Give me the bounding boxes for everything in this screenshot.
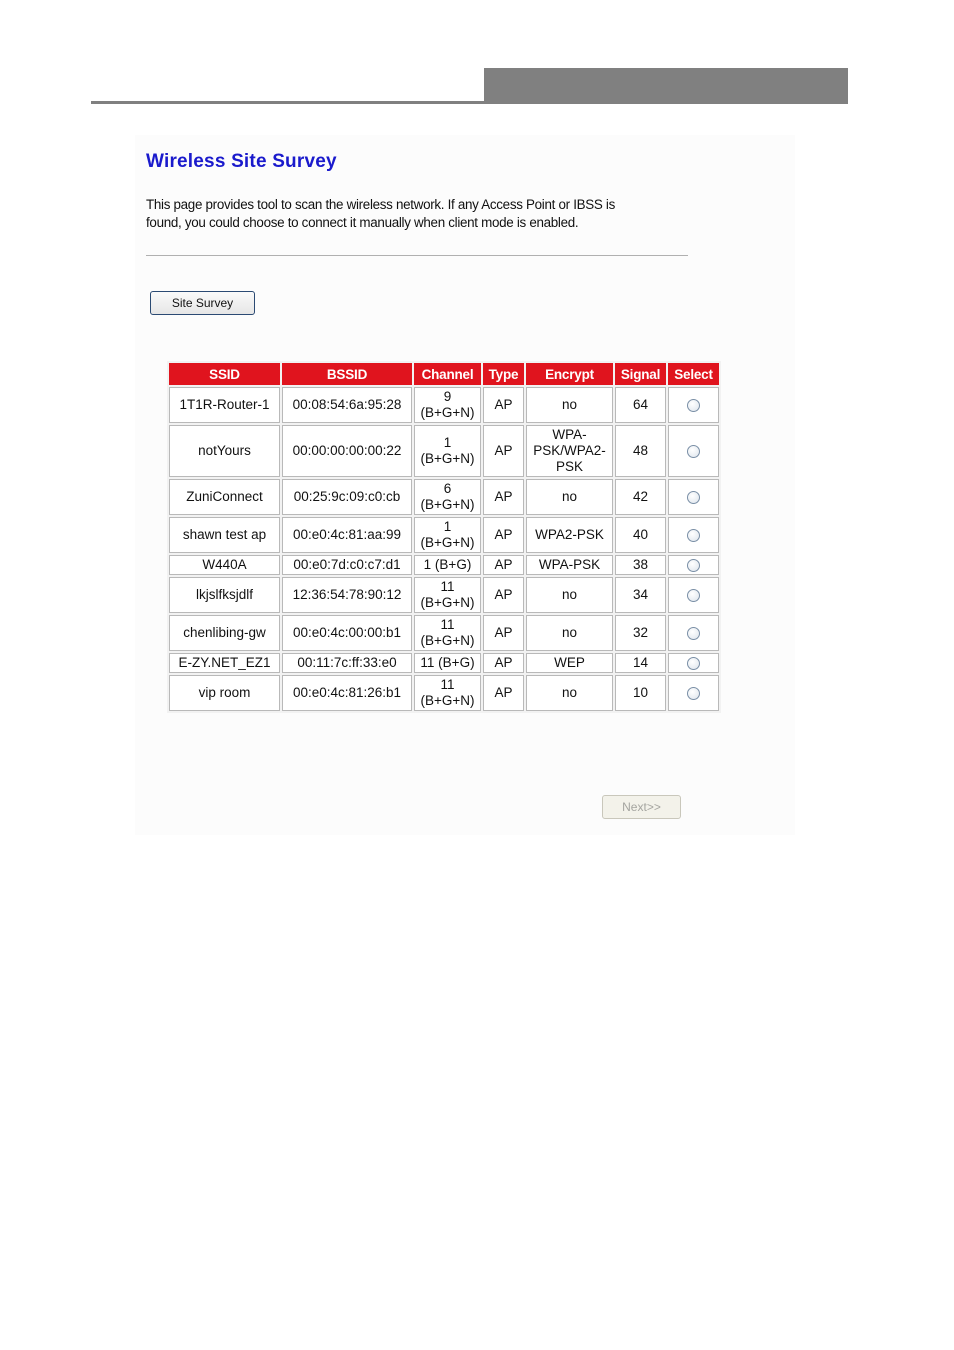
cell-signal: 64 [615,387,666,423]
cell-select [668,387,719,423]
cell-bssid: 00:e0:4c:81:26:b1 [282,675,412,711]
cell-bssid: 00:00:00:00:00:22 [282,425,412,477]
table-row[interactable]: chenlibing-gw 00:e0:4c:00:00:b1 11 (B+G+N)… [169,615,719,651]
select-radio[interactable] [687,528,700,542]
cell-type: AP [483,615,524,651]
table-row[interactable]: 1T1R-Router-1 00:08:54:6a:95:28 9 (B+G+N) A… [169,387,719,423]
select-radio[interactable] [687,588,700,602]
table-row[interactable]: W440A 00:e0:7d:c0:c7:d1 1 (B+G) AP WPA-PSK 38 [169,555,719,575]
cell-signal: 42 [615,479,666,515]
table-row[interactable]: vip room 00:e0:4c:81:26:b1 11 (B+G+N) AP no 1… [169,675,719,711]
cell-encrypt: WPA2-PSK [526,517,613,553]
cell-ssid: ZuniConnect [169,479,280,515]
cell-signal: 32 [615,615,666,651]
cell-channel: 11 (B+G+N) [414,615,481,651]
cell-channel: 1 (B+G+N) [414,425,481,477]
cell-ssid: vip room [169,675,280,711]
cell-encrypt: no [526,577,613,613]
cell-type: AP [483,387,524,423]
cell-channel: 9 (B+G+N) [414,387,481,423]
cell-signal: 38 [615,555,666,575]
column-header-ssid: SSID [169,363,280,385]
column-header-signal: Signal [615,363,666,385]
page-title: Wireless Site Survey [146,151,337,172]
site-survey-button[interactable]: Site Survey [150,291,255,315]
cell-bssid: 00:e0:7d:c0:c7:d1 [282,555,412,575]
cell-channel: 1 (B+G+N) [414,517,481,553]
select-radio[interactable] [687,686,700,700]
cell-select [668,555,719,575]
site-survey-table: SSID BSSID Channel Type Encrypt Signal S… [167,361,721,713]
cell-type: AP [483,425,524,477]
cell-encrypt: WPA-PSK/WPA2-PSK [526,425,613,477]
table-row[interactable]: notYours 00:00:00:00:00:22 1 (B+G+N) AP WPA-… [169,425,719,477]
cell-signal: 48 [615,425,666,477]
cell-select [668,615,719,651]
cell-ssid: chenlibing-gw [169,615,280,651]
cell-bssid: 00:e0:4c:00:00:b1 [282,615,412,651]
cell-ssid: W440A [169,555,280,575]
select-radio[interactable] [687,558,700,572]
cell-channel: 1 (B+G) [414,555,481,575]
cell-ssid: lkjslfksjdlf [169,577,280,613]
table-row[interactable]: ZuniConnect 00:25:9c:09:c0:cb 6 (B+G+N) AP n… [169,479,719,515]
column-header-type: Type [483,363,524,385]
header-rule [91,101,485,104]
cell-select [668,653,719,673]
select-radio[interactable] [687,490,700,504]
cell-type: AP [483,517,524,553]
cell-select [668,675,719,711]
cell-ssid: 1T1R-Router-1 [169,387,280,423]
header-banner [484,68,848,104]
cell-channel: 11 (B+G+N) [414,577,481,613]
cell-type: AP [483,479,524,515]
select-radio[interactable] [687,444,700,458]
cell-signal: 14 [615,653,666,673]
table-body: 1T1R-Router-1 00:08:54:6a:95:28 9 (B+G+N) A… [169,387,719,711]
cell-ssid: shawn test ap [169,517,280,553]
cell-bssid: 00:11:7c:ff:33:e0 [282,653,412,673]
divider [146,255,688,256]
cell-signal: 10 [615,675,666,711]
cell-select [668,517,719,553]
cell-signal: 40 [615,517,666,553]
table-row[interactable]: lkjslfksjdlf 12:36:54:78:90:12 11 (B+G+N) A… [169,577,719,613]
cell-ssid: E-ZY.NET_EZ1 [169,653,280,673]
select-radio[interactable] [687,626,700,640]
cell-bssid: 12:36:54:78:90:12 [282,577,412,613]
cell-encrypt: WPA-PSK [526,555,613,575]
cell-ssid: notYours [169,425,280,477]
table-row[interactable]: shawn test ap 00:e0:4c:81:aa:99 1 (B+G+N) A… [169,517,719,553]
cell-select [668,577,719,613]
cell-select [668,425,719,477]
cell-encrypt: no [526,615,613,651]
cell-channel: 11 (B+G+N) [414,675,481,711]
column-header-encrypt: Encrypt [526,363,613,385]
cell-type: AP [483,555,524,575]
cell-signal: 34 [615,577,666,613]
cell-channel: 6 (B+G+N) [414,479,481,515]
select-radio[interactable] [687,656,700,670]
column-header-bssid: BSSID [282,363,412,385]
page-description: This page provides tool to scan the wire… [146,197,615,230]
cell-type: AP [483,675,524,711]
next-button[interactable]: Next>> [602,795,681,819]
cell-bssid: 00:e0:4c:81:aa:99 [282,517,412,553]
select-radio[interactable] [687,398,700,412]
column-header-channel: Channel [414,363,481,385]
column-header-select: Select [668,363,719,385]
cell-channel: 11 (B+G) [414,653,481,673]
cell-bssid: 00:25:9c:09:c0:cb [282,479,412,515]
cell-encrypt: WEP [526,653,613,673]
cell-bssid: 00:08:54:6a:95:28 [282,387,412,423]
cell-encrypt: no [526,387,613,423]
cell-encrypt: no [526,675,613,711]
table-row[interactable]: E-ZY.NET_EZ1 00:11:7c:ff:33:e0 11 (B+G) AP W… [169,653,719,673]
cell-type: AP [483,577,524,613]
cell-encrypt: no [526,479,613,515]
cell-type: AP [483,653,524,673]
cell-select [668,479,719,515]
table-header-row: SSID BSSID Channel Type Encrypt Signal S… [169,363,719,385]
